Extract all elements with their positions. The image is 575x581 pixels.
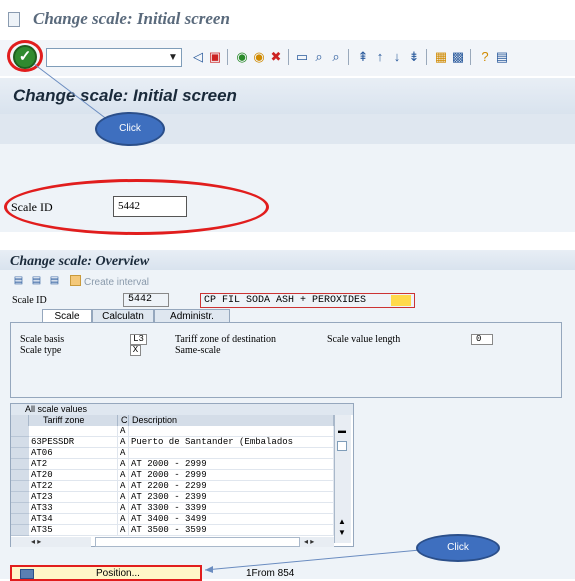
click-callout-2: Click xyxy=(416,534,500,562)
callout-arrow-2 xyxy=(204,549,421,573)
